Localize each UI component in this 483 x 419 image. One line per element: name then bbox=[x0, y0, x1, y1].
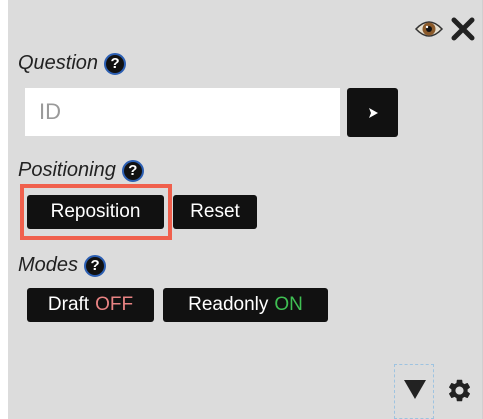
draft-mode-button[interactable]: Draft OFF bbox=[27, 288, 154, 322]
positioning-label: Positioning bbox=[18, 159, 116, 181]
positioning-section-label: Positioning ? bbox=[18, 159, 144, 182]
question-go-button[interactable] bbox=[347, 88, 398, 137]
question-label: Question bbox=[18, 52, 99, 74]
reset-button[interactable]: Reset bbox=[173, 195, 257, 229]
readonly-label: Readonly bbox=[188, 294, 269, 315]
question-help-icon[interactable]: ? bbox=[104, 52, 127, 75]
question-section-label: Question ? bbox=[18, 52, 127, 75]
arrow-right-icon bbox=[368, 107, 378, 118]
readonly-mode-button[interactable]: Readonly ON bbox=[163, 288, 328, 322]
gear-icon[interactable] bbox=[446, 377, 473, 409]
question-id-input[interactable] bbox=[25, 88, 340, 136]
positioning-help-icon[interactable]: ? bbox=[121, 159, 144, 182]
eye-icon[interactable] bbox=[414, 18, 444, 45]
panel-header-icons bbox=[414, 16, 476, 47]
reposition-button[interactable]: Reposition bbox=[27, 195, 164, 229]
draft-state: OFF bbox=[95, 294, 134, 315]
readonly-state: ON bbox=[274, 294, 303, 315]
modes-section-label: Modes ? bbox=[18, 254, 107, 277]
modes-label: Modes bbox=[18, 254, 79, 276]
draft-label: Draft bbox=[47, 294, 90, 315]
editor-panel: Question ? Positioning ? Reposition Rese… bbox=[8, 0, 483, 419]
modes-help-icon[interactable]: ? bbox=[84, 254, 107, 277]
close-icon[interactable] bbox=[450, 16, 476, 47]
triangle-down-icon[interactable] bbox=[403, 378, 427, 405]
